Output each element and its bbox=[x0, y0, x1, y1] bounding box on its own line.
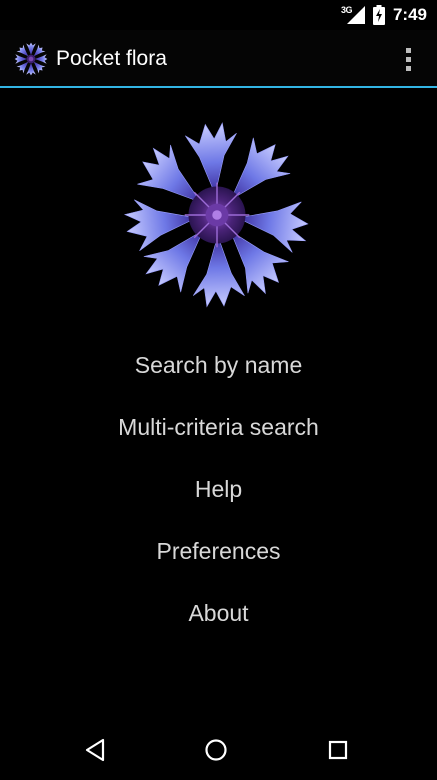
back-icon bbox=[85, 738, 105, 762]
overflow-menu-icon[interactable] bbox=[401, 44, 415, 74]
menu-item-preferences[interactable]: Preferences bbox=[0, 520, 437, 582]
status-clock: 7:49 bbox=[392, 5, 427, 24]
recents-button[interactable] bbox=[320, 732, 356, 768]
app-bar-divider bbox=[0, 86, 437, 88]
overflow-dot bbox=[405, 47, 411, 53]
signal-icon bbox=[346, 6, 365, 24]
cornflower-image bbox=[123, 122, 309, 308]
network-indicator: 3G bbox=[341, 4, 365, 26]
home-icon bbox=[205, 739, 227, 761]
app-bar: Pocket flora bbox=[0, 30, 437, 87]
recents-icon bbox=[328, 740, 348, 760]
navigation-bar bbox=[0, 720, 437, 780]
home-button[interactable] bbox=[198, 732, 234, 768]
overflow-dot bbox=[405, 56, 411, 62]
battery-charging-icon bbox=[372, 5, 385, 25]
menu-item-search-by-name[interactable]: Search by name bbox=[0, 334, 437, 396]
status-bar: 3G 7:49 bbox=[0, 0, 437, 30]
menu-item-multi-criteria-search[interactable]: Multi-criteria search bbox=[0, 396, 437, 458]
menu-item-help[interactable]: Help bbox=[0, 458, 437, 520]
app-title: Pocket flora bbox=[56, 47, 167, 70]
menu-item-about[interactable]: About bbox=[0, 582, 437, 644]
status-icons: 3G 7:49 bbox=[341, 0, 427, 30]
main-menu: Search by name Multi-criteria search Hel… bbox=[0, 334, 437, 644]
cornflower-icon[interactable] bbox=[14, 42, 48, 76]
overflow-dot bbox=[405, 65, 411, 71]
back-button[interactable] bbox=[77, 732, 113, 768]
